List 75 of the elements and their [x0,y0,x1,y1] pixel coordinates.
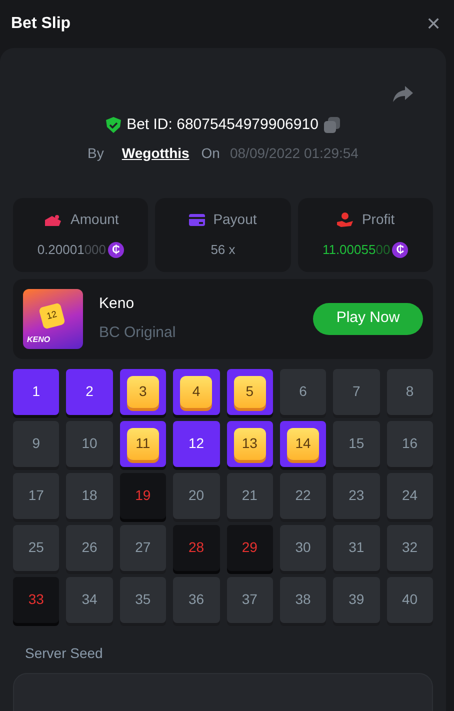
play-now-button[interactable]: Play Now [313,302,423,334]
bet-date: 08/09/2022 01:29:54 [230,144,358,162]
number-tile[interactable]: 23 [333,472,380,518]
number-tile[interactable]: 40 [386,576,433,622]
shield-check-icon [106,117,121,134]
stat-value-tail: 000 [84,241,106,260]
number-tile[interactable]: 36 [173,576,220,622]
number-tile[interactable]: 25 [13,524,60,570]
number-tile[interactable]: 21 [226,472,273,518]
gem-number: 14 [287,428,320,460]
number-tile[interactable]: 26 [66,524,113,570]
stat-label: Payout [213,210,257,230]
bet-id: Bet ID: 68075454979906910 [126,115,318,135]
card-icon [189,214,206,226]
copy-icon[interactable] [324,117,340,134]
by-label: By [88,144,104,163]
number-tile[interactable]: 7 [333,368,380,414]
window-title: Bet Slip [11,14,71,34]
number-tile[interactable]: 5 [226,368,273,414]
number-tile[interactable]: 27 [120,524,166,570]
number-tile[interactable]: 29 [226,524,273,570]
gem-number: 3 [126,376,159,408]
gem-number: 13 [234,428,266,460]
stat-value: 11.00055 [322,241,376,260]
server-seed-label: Server Seed [25,644,104,662]
number-tile[interactable]: 19 [120,472,166,518]
coin-icon: ₵ [108,242,124,258]
game-subtitle: BC Original [99,322,176,342]
stat-value: 0.20001 [37,241,84,260]
number-tile[interactable]: 8 [386,368,433,414]
gem-number: 4 [180,376,212,408]
number-tile[interactable]: 39 [333,576,380,622]
coin-icon: ₵ [392,242,408,258]
number-tile[interactable]: 37 [226,576,273,622]
number-tile[interactable]: 13 [226,420,273,466]
stat-label: Profit [362,210,395,230]
gem-number: 11 [126,428,159,460]
number-tile[interactable]: 22 [280,472,326,518]
number-tile[interactable]: 6 [280,368,326,414]
stat-value: 56 x [210,241,236,260]
number-tile[interactable]: 11 [120,420,166,466]
gem-number: 5 [234,376,266,408]
number-tile[interactable]: 3 [120,368,166,414]
number-tile[interactable]: 33 [13,576,60,622]
number-tile[interactable]: 17 [13,472,60,518]
number-tile[interactable]: 20 [173,472,220,518]
keno-logo-text: KENO [27,334,50,346]
dice-number: 12 [38,302,66,329]
number-tile[interactable]: 10 [66,420,113,466]
close-button[interactable]: ✕ [426,10,443,38]
number-tile[interactable]: 1 [13,368,60,414]
number-tile[interactable]: 31 [333,524,380,570]
game-thumbnail[interactable]: 12 KENO [23,288,83,348]
user-link[interactable]: Wegotthis [122,142,190,164]
number-tile[interactable]: 32 [386,524,433,570]
number-tile[interactable]: 35 [120,576,166,622]
number-tile[interactable]: 4 [173,368,220,414]
number-tile[interactable]: 28 [173,524,220,570]
stat-value-tail: 00 [376,241,390,260]
number-tile[interactable]: 15 [333,420,380,466]
number-tile[interactable]: 9 [13,420,60,466]
number-tile[interactable]: 2 [66,368,113,414]
number-tile[interactable]: 18 [66,472,113,518]
number-tile[interactable]: 16 [386,420,433,466]
hand-person-icon [336,212,354,228]
number-tile[interactable]: 14 [280,420,326,466]
number-tile[interactable]: 12 [173,420,220,466]
number-tile[interactable]: 30 [280,524,326,570]
number-tile[interactable]: 24 [386,472,433,518]
number-tile[interactable]: 34 [66,576,113,622]
share-icon[interactable] [393,86,413,102]
on-label: On [201,144,220,162]
stat-label: Amount [70,210,119,230]
game-name: Keno [99,294,136,314]
number-tile[interactable]: 38 [280,576,326,622]
